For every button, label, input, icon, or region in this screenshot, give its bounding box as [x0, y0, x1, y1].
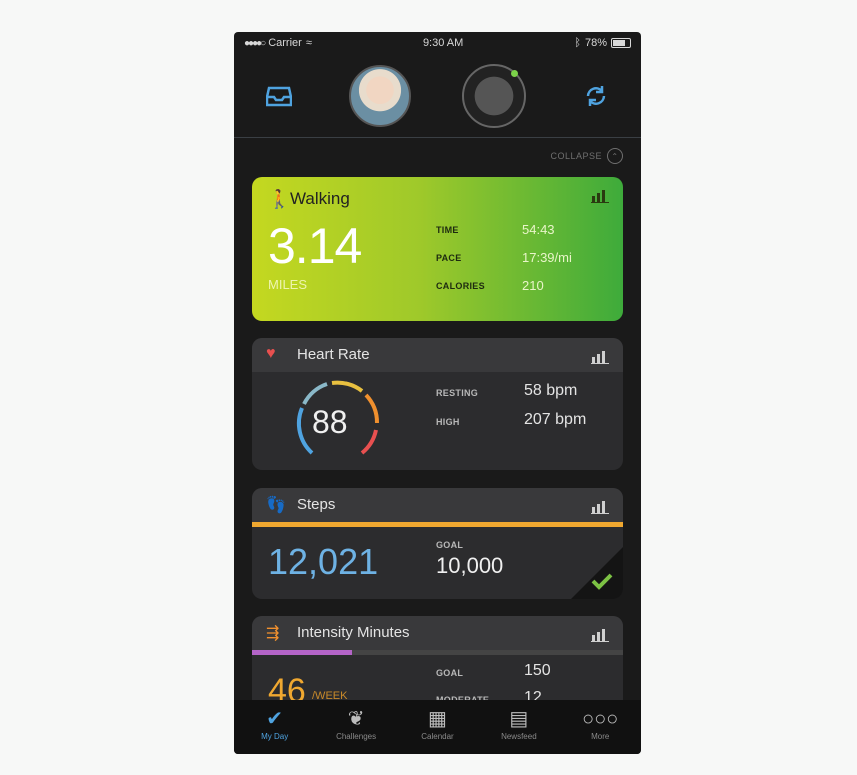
phone-screen: ●●●●○ Carrier ≈ 9:30 AM ᛒ 78% COLLAPSE ⌃… [234, 32, 641, 754]
wifi-icon: ≈ [305, 37, 312, 49]
tab-label: More [591, 732, 610, 741]
chart-icon[interactable] [591, 628, 609, 642]
status-time: 9:30 AM [422, 37, 464, 49]
high-value: 207 bpm [524, 411, 587, 428]
resting-value: 58 bpm [524, 382, 578, 399]
card-header: ♥ Heart Rate [252, 338, 623, 372]
inbox-icon[interactable] [259, 76, 299, 116]
collapse-button[interactable]: COLLAPSE ⌃ [550, 148, 623, 164]
tab-newsfeed[interactable]: ▤ Newsfeed [479, 706, 559, 741]
profile-avatar[interactable] [349, 64, 412, 127]
connected-status-dot [510, 69, 518, 77]
steps-value: 12,021 [268, 541, 379, 582]
resting-label: RESTING [436, 388, 479, 398]
battery-percent: 78% [584, 37, 607, 49]
device-watch-icon[interactable] [461, 63, 526, 128]
card-header: ⇶ Intensity Minutes [252, 616, 623, 650]
battery-icon [611, 38, 631, 48]
more-icon: ○○○ [582, 708, 619, 730]
intensity-progress-track [252, 650, 623, 655]
steps-progress-fill [252, 522, 623, 527]
goal-label: GOAL [436, 668, 464, 678]
heart-rate-value: 88 [312, 404, 348, 440]
card-title: Intensity Minutes [297, 624, 410, 641]
carrier-name: Carrier [268, 37, 302, 49]
chart-icon[interactable] [591, 189, 609, 203]
steps-card[interactable]: 👣 Steps 12,021 GOAL 10,000 [252, 488, 623, 599]
tab-my-day[interactable]: ✔ My Day [235, 706, 315, 741]
pace-value: 17:39/mi [522, 250, 572, 265]
newsfeed-icon: ▤ [509, 708, 529, 730]
goal-value: 150 [524, 662, 551, 679]
goal-value: 10,000 [436, 553, 504, 578]
tab-calendar[interactable]: ▦ Calendar [397, 706, 477, 741]
card-title: Steps [297, 496, 336, 513]
status-bar: ●●●●○ Carrier ≈ 9:30 AM ᛒ 78% [234, 32, 641, 54]
calories-label: CALORIES [436, 281, 485, 291]
pace-label: PACE [436, 253, 462, 263]
calendar-icon: ▦ [428, 708, 447, 730]
heart-icon: ♥ [266, 345, 276, 362]
calories-value: 210 [522, 278, 544, 293]
card-title: Heart Rate [297, 346, 370, 363]
chart-icon[interactable] [591, 500, 609, 514]
card-header: 👣 Steps [252, 488, 623, 522]
intensity-icon: ⇶ [266, 625, 280, 642]
card-title: Walking [290, 189, 350, 208]
collapse-label: COLLAPSE [550, 151, 602, 161]
header [234, 54, 641, 138]
time-label: TIME [436, 225, 459, 235]
tab-challenges[interactable]: ❦ Challenges [316, 706, 396, 741]
laurel-icon: ❦ [347, 708, 365, 730]
chart-icon[interactable] [591, 350, 609, 364]
heart-rate-card[interactable]: ♥ Heart Rate 88 RESTING 58 bpm HIGH 207 … [252, 338, 623, 470]
walking-icon: 🚶 [268, 189, 291, 209]
goal-label: GOAL [436, 540, 464, 550]
distance-unit: MILES [268, 277, 308, 292]
time-value: 54:43 [522, 222, 555, 237]
goal-achieved-badge [571, 547, 623, 599]
tab-label: My Day [261, 732, 289, 741]
high-label: HIGH [436, 417, 460, 427]
tab-label: Newsfeed [501, 732, 537, 741]
intensity-progress-fill [252, 650, 353, 655]
tab-more[interactable]: ○○○ More [560, 706, 640, 741]
distance-value: 3.14 [268, 218, 362, 274]
footprints-icon: 👣 [266, 497, 286, 514]
walking-activity-card[interactable]: 🚶 Walking 3.14 MILES TIME 54:43 PACE 17:… [252, 177, 623, 321]
tab-label: Challenges [336, 732, 377, 741]
steps-progress-track [252, 522, 623, 527]
tab-label: Calendar [421, 732, 454, 741]
checkmark-icon: ✔ [266, 708, 284, 730]
signal-icon: ●●●●○ [244, 37, 266, 49]
chevron-up-icon: ⌃ [607, 148, 623, 164]
sync-icon[interactable] [576, 76, 616, 116]
bottom-tab-bar: ✔ My Day ❦ Challenges ▦ Calendar ▤ Newsf… [234, 700, 641, 754]
bluetooth-icon: ᛒ [574, 37, 581, 49]
